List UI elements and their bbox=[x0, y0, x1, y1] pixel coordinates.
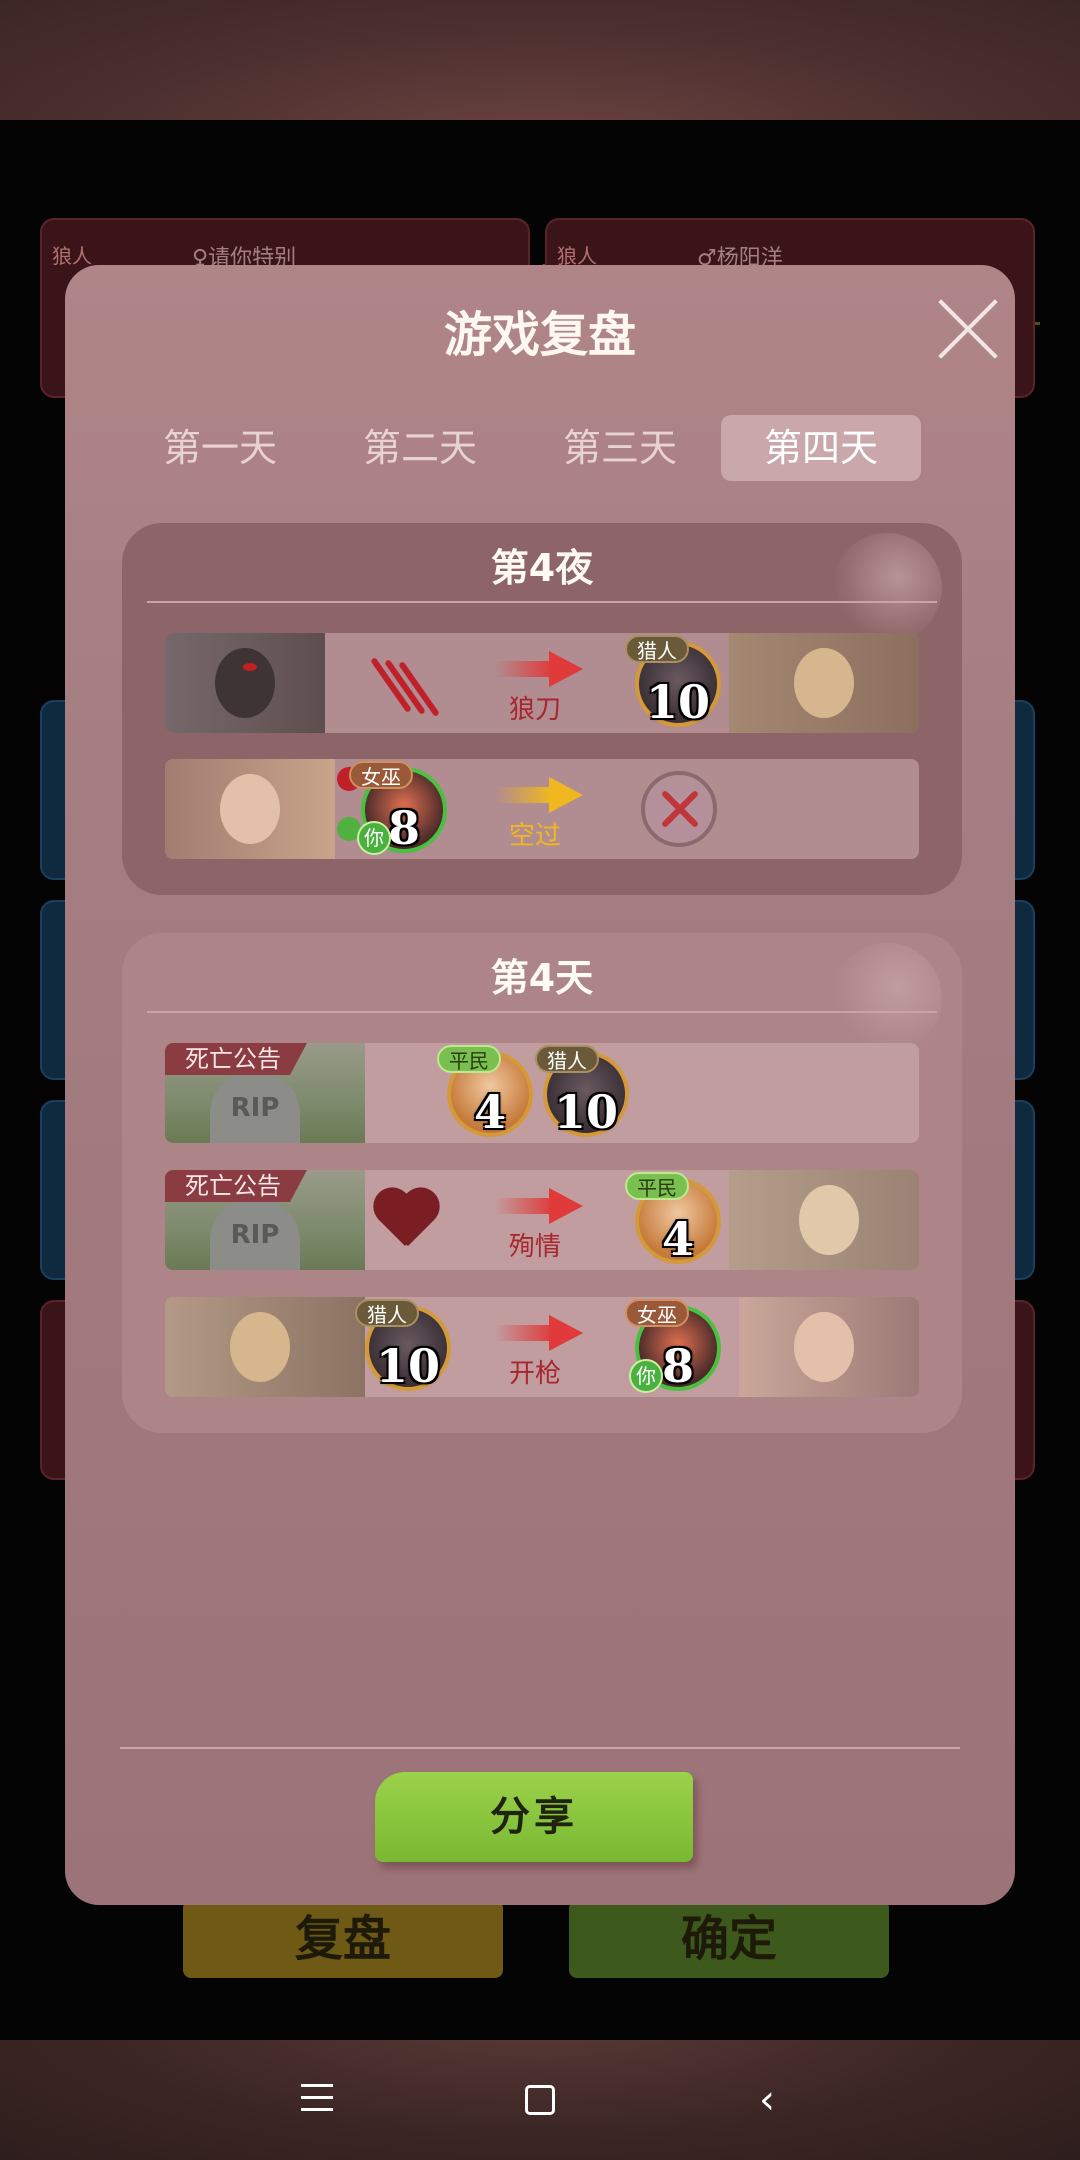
tab-day-4[interactable]: 第四天 bbox=[721, 415, 921, 481]
seat-number: 4 bbox=[661, 1212, 694, 1266]
broken-heart-icon bbox=[370, 1190, 440, 1252]
replay-button[interactable]: 复盘 bbox=[183, 1900, 503, 1978]
arrow-icon bbox=[495, 1315, 585, 1351]
player-role-tag: 狼人 bbox=[52, 244, 92, 268]
seat-number: 10 bbox=[645, 675, 710, 729]
day-title: 第4天 bbox=[490, 956, 594, 1000]
tombstone-label: RIP bbox=[210, 1200, 300, 1270]
modal-title: 游戏复盘 bbox=[443, 307, 636, 363]
you-badge: 你 bbox=[629, 1359, 663, 1393]
claw-icon bbox=[370, 651, 440, 721]
role-badge: 猎人 bbox=[535, 1045, 599, 1073]
tab-day-3[interactable]: 第三天 bbox=[520, 415, 720, 481]
witch-portrait bbox=[739, 1297, 919, 1397]
arrow-icon bbox=[495, 651, 585, 687]
day-section: 第4天 RIP 死亡公告 平民 4 猎人 10 RIP 死亡公告 殉情 平民 4… bbox=[122, 933, 962, 1433]
role-badge: 猎人 bbox=[355, 1299, 419, 1327]
day-tabs: 第一天 第二天 第三天 第四天 bbox=[65, 415, 1015, 481]
section-divider bbox=[147, 601, 937, 603]
share-button[interactable]: 分享 bbox=[375, 1772, 693, 1862]
role-badge: 女巫 bbox=[349, 761, 413, 789]
tab-day-2[interactable]: 第二天 bbox=[320, 415, 520, 481]
you-badge: 你 bbox=[357, 821, 391, 855]
event-row: 女巫 8 你 空过 bbox=[165, 759, 919, 859]
event-row: 狼刀 猎人 10 bbox=[165, 633, 919, 733]
menu-icon[interactable] bbox=[292, 2075, 342, 2125]
tab-day-1[interactable]: 第一天 bbox=[120, 415, 320, 481]
action-label: 狼刀 bbox=[508, 695, 561, 725]
arrow-icon bbox=[495, 777, 585, 813]
back-icon[interactable]: ‹ bbox=[742, 2075, 792, 2125]
game-review-modal: 游戏复盘 第一天 第二天 第三天 第四天 第4夜 狼刀 猎人 10 女巫 8 你… bbox=[65, 265, 1015, 1905]
arrow-icon bbox=[495, 1188, 585, 1224]
confirm-button[interactable]: 确定 bbox=[569, 1900, 889, 1978]
hunter-portrait bbox=[165, 1297, 365, 1397]
section-divider bbox=[147, 1011, 937, 1013]
seat-number: 10 bbox=[553, 1085, 618, 1139]
seat-number: 10 bbox=[375, 1339, 440, 1393]
night-section: 第4夜 狼刀 猎人 10 女巫 8 你 空过 bbox=[122, 523, 962, 895]
hunter-portrait bbox=[729, 633, 919, 733]
witch-portrait bbox=[165, 759, 335, 859]
villager-portrait bbox=[729, 1170, 919, 1270]
action-label: 空过 bbox=[508, 821, 561, 851]
action-label: 开枪 bbox=[508, 1359, 561, 1389]
death-notice-tag: 死亡公告 bbox=[165, 1043, 307, 1075]
no-target-icon bbox=[641, 771, 717, 847]
werewolf-portrait bbox=[165, 633, 325, 733]
event-row: RIP 死亡公告 平民 4 猎人 10 bbox=[165, 1043, 919, 1143]
role-badge: 平民 bbox=[437, 1045, 501, 1073]
event-row: 猎人 10 开枪 女巫 8 你 bbox=[165, 1297, 919, 1397]
role-badge: 女巫 bbox=[625, 1299, 689, 1327]
modal-divider bbox=[120, 1747, 960, 1749]
night-title: 第4夜 bbox=[490, 546, 594, 590]
role-badge: 平民 bbox=[625, 1172, 689, 1200]
event-row: RIP 死亡公告 殉情 平民 4 bbox=[165, 1170, 919, 1270]
death-notice-tag: 死亡公告 bbox=[165, 1170, 307, 1202]
tombstone-label: RIP bbox=[210, 1073, 300, 1143]
top-banner bbox=[0, 0, 1080, 120]
seat-number: 4 bbox=[473, 1085, 506, 1139]
close-icon[interactable] bbox=[935, 295, 1001, 361]
home-icon[interactable] bbox=[515, 2075, 565, 2125]
action-label: 殉情 bbox=[508, 1232, 561, 1262]
role-badge: 猎人 bbox=[625, 635, 689, 663]
